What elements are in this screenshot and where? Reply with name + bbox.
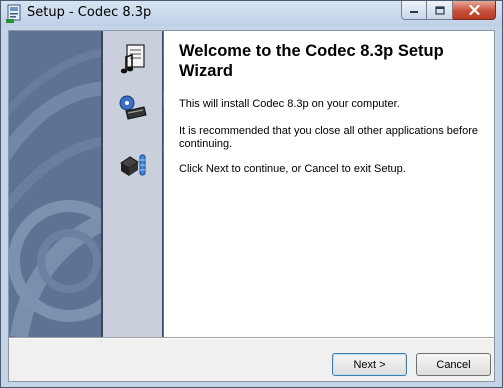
next-button[interactable]: Next > xyxy=(332,353,407,376)
setup-app-icon[interactable] xyxy=(6,4,23,23)
close-button[interactable] xyxy=(453,1,496,20)
button-area-separator xyxy=(9,337,494,339)
cancel-button[interactable]: Cancel xyxy=(416,353,491,376)
wizard-client-area: Welcome to the Codec 8.3p Setup Wizard T… xyxy=(8,30,495,382)
install-box-icon xyxy=(118,149,148,179)
setup-window: Setup - Codec 8.3p Welcome to the Codec … xyxy=(0,0,503,388)
minimize-button[interactable] xyxy=(401,1,427,20)
maximize-icon xyxy=(434,5,445,15)
continue-instructions-text: Click Next to continue, or Cancel to exi… xyxy=(179,163,406,175)
next-button-label: Next > xyxy=(353,358,386,371)
minimize-icon xyxy=(409,6,419,14)
welcome-heading: Welcome to the Codec 8.3p Setup Wizard xyxy=(179,42,444,80)
banner-icon-strip xyxy=(101,31,163,337)
install-info-text: This will install Codec 8.3p on your com… xyxy=(179,98,400,110)
window-title: Setup - Codec 8.3p xyxy=(27,5,152,20)
cd-drive-icon xyxy=(118,93,148,123)
maximize-button[interactable] xyxy=(427,1,453,20)
close-apps-recommendation-text: It is recommended that you close all oth… xyxy=(179,125,478,150)
cancel-button-label: Cancel xyxy=(436,358,471,371)
wizard-banner xyxy=(9,31,164,337)
close-icon xyxy=(468,5,480,15)
welcome-page: Welcome to the Codec 8.3p Setup Wizard T… xyxy=(9,31,494,337)
title-bar[interactable]: Setup - Codec 8.3p xyxy=(1,1,502,26)
music-document-icon xyxy=(118,43,148,74)
